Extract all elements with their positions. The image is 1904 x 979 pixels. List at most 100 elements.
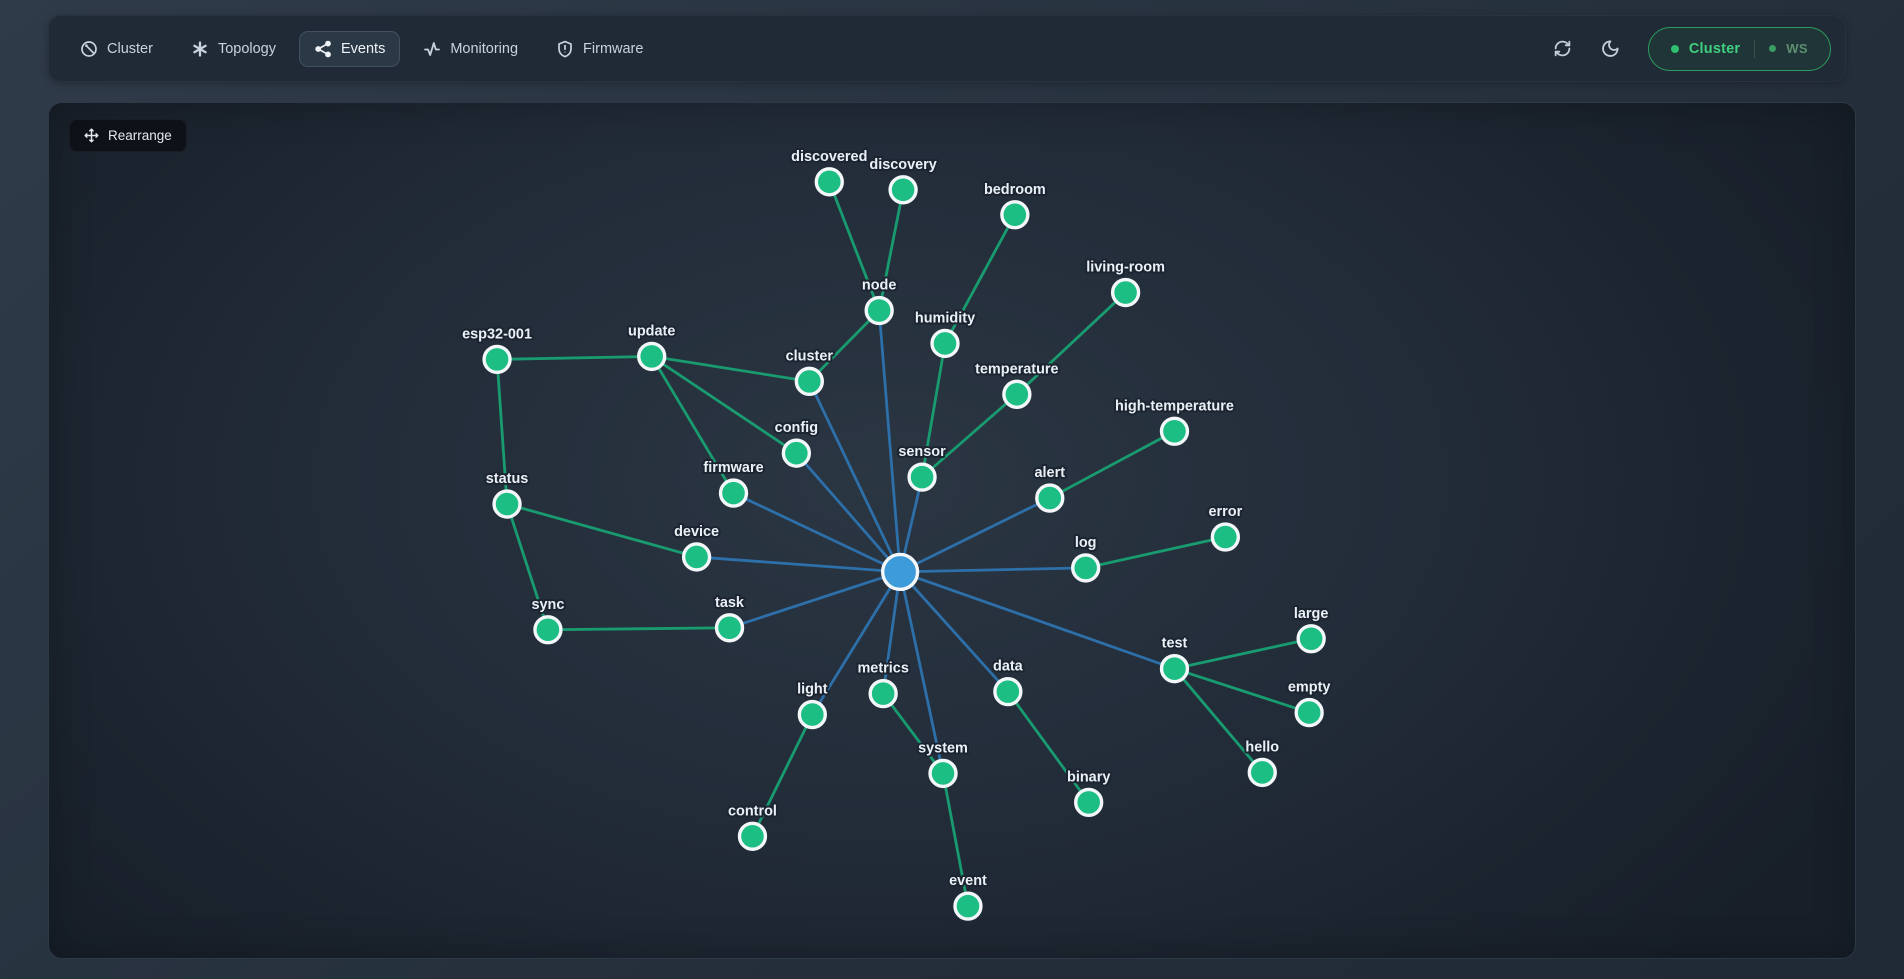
topology-asterisk-icon xyxy=(191,40,209,58)
moon-icon xyxy=(1601,39,1620,58)
graph-node-log[interactable] xyxy=(1073,555,1099,581)
graph-node-task[interactable] xyxy=(717,615,743,641)
graph-node-cluster[interactable] xyxy=(796,368,822,394)
graph-node-label-cluster: cluster xyxy=(786,348,834,364)
graph-node-humidity[interactable] xyxy=(932,330,958,356)
graph-node-binary[interactable] xyxy=(1076,789,1102,815)
graph-node-config[interactable] xyxy=(783,440,809,466)
connection-status-badge[interactable]: Cluster WS xyxy=(1648,27,1831,71)
graph-node-test[interactable] xyxy=(1162,656,1188,682)
topology-graph-canvas[interactable]: Rearrange nodediscovereddiscoverybedroom… xyxy=(48,102,1856,959)
graph-edge-log-error xyxy=(1086,537,1226,568)
graph-node-label-light: light xyxy=(797,682,828,698)
graph-node-label-alert: alert xyxy=(1035,465,1066,481)
activity-pulse-icon xyxy=(423,40,441,58)
graph-node-living-room[interactable] xyxy=(1113,280,1139,306)
graph-edge-sync-task xyxy=(548,628,730,630)
graph-node-label-log: log xyxy=(1075,535,1097,551)
graph-node-label-large: large xyxy=(1294,606,1329,622)
graph-node-event[interactable] xyxy=(955,893,981,919)
graph-node-device[interactable] xyxy=(684,544,710,570)
graph-node-label-config: config xyxy=(775,420,818,436)
graph-edge-update-esp32-001 xyxy=(497,356,652,359)
graph-node-data[interactable] xyxy=(995,679,1021,705)
graph-node-label-bedroom: bedroom xyxy=(984,182,1046,198)
topology-graph: nodediscovereddiscoverybedroomliving-roo… xyxy=(49,103,1855,958)
graph-node-status[interactable] xyxy=(494,491,520,517)
graph-node-label-control: control xyxy=(728,803,777,819)
graph-node-label-discovery: discovery xyxy=(869,157,937,173)
graph-edge-hub-alert xyxy=(900,498,1050,572)
graph-edge-test-large xyxy=(1174,639,1311,669)
tab-monitoring[interactable]: Monitoring xyxy=(408,31,533,67)
graph-node-label-empty: empty xyxy=(1288,680,1331,696)
graph-node-alert[interactable] xyxy=(1037,485,1063,511)
graph-node-hello[interactable] xyxy=(1249,759,1275,785)
graph-node-control[interactable] xyxy=(739,823,765,849)
refresh-icon xyxy=(1553,39,1572,58)
cluster-status-dot xyxy=(1671,45,1679,53)
graph-node-large[interactable] xyxy=(1298,626,1324,652)
graph-edge-hub-config xyxy=(796,453,900,572)
refresh-button[interactable] xyxy=(1544,30,1582,68)
tab-label: Events xyxy=(341,41,385,57)
graph-edge-hub-firmware xyxy=(734,493,901,572)
graph-node-label-hello: hello xyxy=(1245,739,1279,755)
ws-status-dot xyxy=(1769,45,1776,52)
graph-node-discovery[interactable] xyxy=(890,177,916,203)
graph-node-discovered[interactable] xyxy=(816,169,842,195)
graph-node-label-device: device xyxy=(674,524,719,540)
tab-label: Firmware xyxy=(583,41,643,57)
graph-node-high-temperature[interactable] xyxy=(1162,418,1188,444)
graph-node-system[interactable] xyxy=(930,760,956,786)
graph-node-metrics[interactable] xyxy=(870,681,896,707)
graph-node-label-error: error xyxy=(1208,504,1242,520)
graph-node-sensor[interactable] xyxy=(909,464,935,490)
move-icon xyxy=(84,128,99,143)
graph-node-label-data: data xyxy=(993,659,1024,675)
tab-topology[interactable]: Topology xyxy=(176,31,291,67)
graph-edge-update-config xyxy=(652,356,797,453)
graph-node-label-binary: binary xyxy=(1067,769,1110,785)
graph-node-temperature[interactable] xyxy=(1004,381,1030,407)
tab-label: Cluster xyxy=(107,41,153,57)
graph-node-hub[interactable] xyxy=(883,554,918,589)
nav-tabs: Cluster Topology Events Monit xyxy=(65,31,658,67)
badge-divider xyxy=(1754,40,1755,58)
graph-node-label-system: system xyxy=(918,740,968,756)
graph-node-empty[interactable] xyxy=(1296,700,1322,726)
graph-edge-node-cluster xyxy=(809,311,879,382)
graph-node-label-esp32-001: esp32-001 xyxy=(462,326,532,342)
tab-label: Topology xyxy=(218,41,276,57)
top-navigation-bar: Cluster Topology Events Monit xyxy=(48,15,1846,82)
graph-node-label-metrics: metrics xyxy=(857,661,908,677)
graph-node-update[interactable] xyxy=(639,343,665,369)
graph-node-node[interactable] xyxy=(866,298,892,324)
tab-firmware[interactable]: Firmware xyxy=(541,31,658,67)
graph-node-label-sync: sync xyxy=(531,597,564,613)
graph-node-label-test: test xyxy=(1162,636,1188,652)
graph-edge-hub-task xyxy=(730,572,901,628)
graph-edge-status-device xyxy=(507,504,697,557)
graph-node-esp32-001[interactable] xyxy=(484,346,510,372)
ws-status-label: WS xyxy=(1786,41,1808,56)
graph-node-sync[interactable] xyxy=(535,617,561,643)
topbar-right-controls: Cluster WS xyxy=(1544,27,1831,71)
graph-node-light[interactable] xyxy=(799,702,825,728)
graph-node-label-high-temperature: high-temperature xyxy=(1115,398,1234,414)
cluster-status-label: Cluster xyxy=(1689,41,1740,57)
tab-events[interactable]: Events xyxy=(299,31,400,67)
graph-node-label-node: node xyxy=(862,278,897,294)
graph-edge-hub-test xyxy=(900,572,1174,669)
graph-node-bedroom[interactable] xyxy=(1002,202,1028,228)
graph-node-firmware[interactable] xyxy=(721,480,747,506)
tab-label: Monitoring xyxy=(450,41,518,57)
tab-cluster[interactable]: Cluster xyxy=(65,31,168,67)
graph-node-label-temperature: temperature xyxy=(975,361,1059,377)
graph-edge-data-binary xyxy=(1008,692,1089,803)
rearrange-button[interactable]: Rearrange xyxy=(69,119,187,152)
globe-icon xyxy=(80,40,98,58)
theme-toggle-button[interactable] xyxy=(1592,30,1630,68)
graph-node-error[interactable] xyxy=(1212,524,1238,550)
rearrange-label: Rearrange xyxy=(108,128,172,143)
